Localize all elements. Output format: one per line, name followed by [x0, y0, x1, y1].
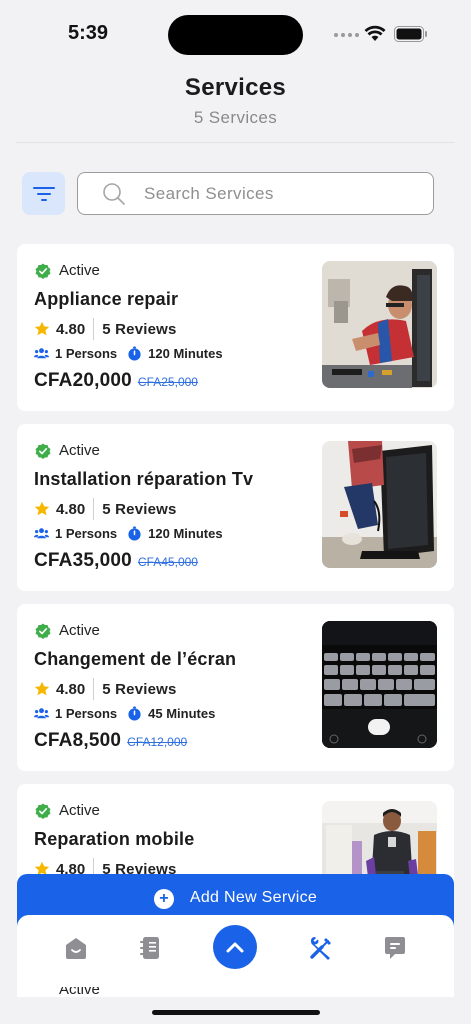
page-header: Services 5 Services [0, 74, 471, 128]
verified-check-icon [35, 443, 51, 459]
page-subtitle: 5 Services [193, 108, 278, 127]
rating-divider [93, 678, 95, 700]
search-icon [103, 182, 125, 205]
rating-row: 4.80 5 Reviews [34, 498, 177, 520]
verified-check-icon [35, 623, 51, 639]
service-title: Reparation mobile [34, 829, 195, 849]
search-bar[interactable] [77, 172, 434, 215]
stopwatch-icon [128, 705, 141, 721]
page-title: Services [184, 74, 287, 101]
service-title: Installation réparation Tv [34, 469, 254, 489]
status-label: Active [59, 622, 100, 639]
reviews-count: 5 Reviews [102, 680, 177, 698]
duration: 120 Minutes [148, 525, 223, 541]
home-icon[interactable] [63, 935, 89, 961]
status-label: Active [59, 262, 100, 279]
price: CFA35,000 [34, 550, 132, 571]
bottom-nav [17, 915, 454, 987]
persons-count: 1 Persons [55, 705, 118, 721]
status-row: Active [35, 622, 100, 639]
star-icon [34, 681, 50, 696]
rating-divider [93, 498, 95, 520]
meta-row: 1 Persons 45 Minutes [34, 705, 215, 721]
persons-count: 1 Persons [55, 345, 118, 361]
chevron-up-icon [226, 942, 244, 953]
tools-icon[interactable] [308, 935, 334, 961]
header-divider [16, 142, 455, 143]
rating-divider [93, 318, 95, 340]
reviews-count: 5 Reviews [102, 500, 177, 518]
users-icon [34, 347, 49, 358]
rating-row: 4.80 5 Reviews [34, 318, 177, 340]
persons-count: 1 Persons [55, 525, 118, 541]
price-row: CFA8,500 CFA12,000 [34, 730, 187, 752]
rating-row: 4.80 5 Reviews [34, 678, 177, 700]
verified-check-icon [35, 803, 51, 819]
status-label: Active [59, 987, 100, 997]
add-new-service-label: Add New Service [189, 889, 318, 906]
rating-value: 4.80 [56, 680, 86, 698]
duration: 120 Minutes [148, 345, 223, 361]
users-icon [34, 707, 49, 718]
wifi-icon [364, 25, 386, 41]
status-row: Active [35, 262, 100, 279]
old-price: CFA25,000 [137, 375, 198, 389]
duration: 45 Minutes [148, 705, 216, 721]
meta-row: 1 Persons 120 Minutes [34, 525, 223, 541]
service-image [322, 261, 437, 388]
stopwatch-icon [128, 525, 141, 541]
status-label: Active [59, 802, 100, 819]
reviews-count: 5 Reviews [102, 320, 177, 338]
notebook-icon[interactable] [137, 935, 163, 961]
old-price: CFA45,000 [137, 555, 198, 569]
service-image [322, 441, 437, 568]
plus-icon: + [153, 889, 174, 909]
status-label: Active [59, 442, 100, 459]
status-row: Active [35, 442, 100, 459]
star-icon [34, 321, 50, 336]
stopwatch-icon [128, 345, 141, 361]
rating-value: 4.80 [56, 500, 86, 518]
meta-row: 1 Persons 120 Minutes [34, 345, 223, 361]
verified-check-icon [35, 263, 51, 279]
old-price: CFA12,000 [127, 735, 188, 749]
service-title: Appliance repair [34, 289, 179, 309]
filter-icon [32, 186, 55, 201]
service-card[interactable]: Active Installation réparation Tv 4.80 5… [17, 424, 454, 591]
dynamic-island [168, 15, 303, 55]
signal-dots-icon [334, 33, 359, 37]
price: CFA20,000 [34, 370, 132, 391]
status-bar: 5:39 [0, 0, 471, 64]
filter-button[interactable] [22, 172, 65, 215]
service-card[interactable]: Active Changement de l’écran 4.80 5 Revi… [17, 604, 454, 771]
battery-icon [394, 26, 427, 42]
expand-menu-button[interactable] [213, 925, 257, 969]
service-title: Changement de l’écran [34, 649, 237, 669]
search-input[interactable] [144, 183, 404, 204]
chat-icon[interactable] [382, 935, 408, 961]
status-time: 5:39 [68, 22, 109, 44]
service-card[interactable]: Active Appliance repair 4.80 5 Reviews 1… [17, 244, 454, 411]
price: CFA8,500 [34, 730, 122, 751]
users-icon [34, 527, 49, 538]
price-row: CFA35,000 CFA45,000 [34, 550, 198, 572]
rating-value: 4.80 [56, 320, 86, 338]
star-icon [34, 501, 50, 516]
price-row: CFA20,000 CFA25,000 [34, 370, 198, 392]
status-row: Active [35, 802, 100, 819]
home-indicator [152, 1010, 320, 1015]
service-image [322, 621, 437, 748]
service-card-peek: Active [17, 987, 454, 997]
